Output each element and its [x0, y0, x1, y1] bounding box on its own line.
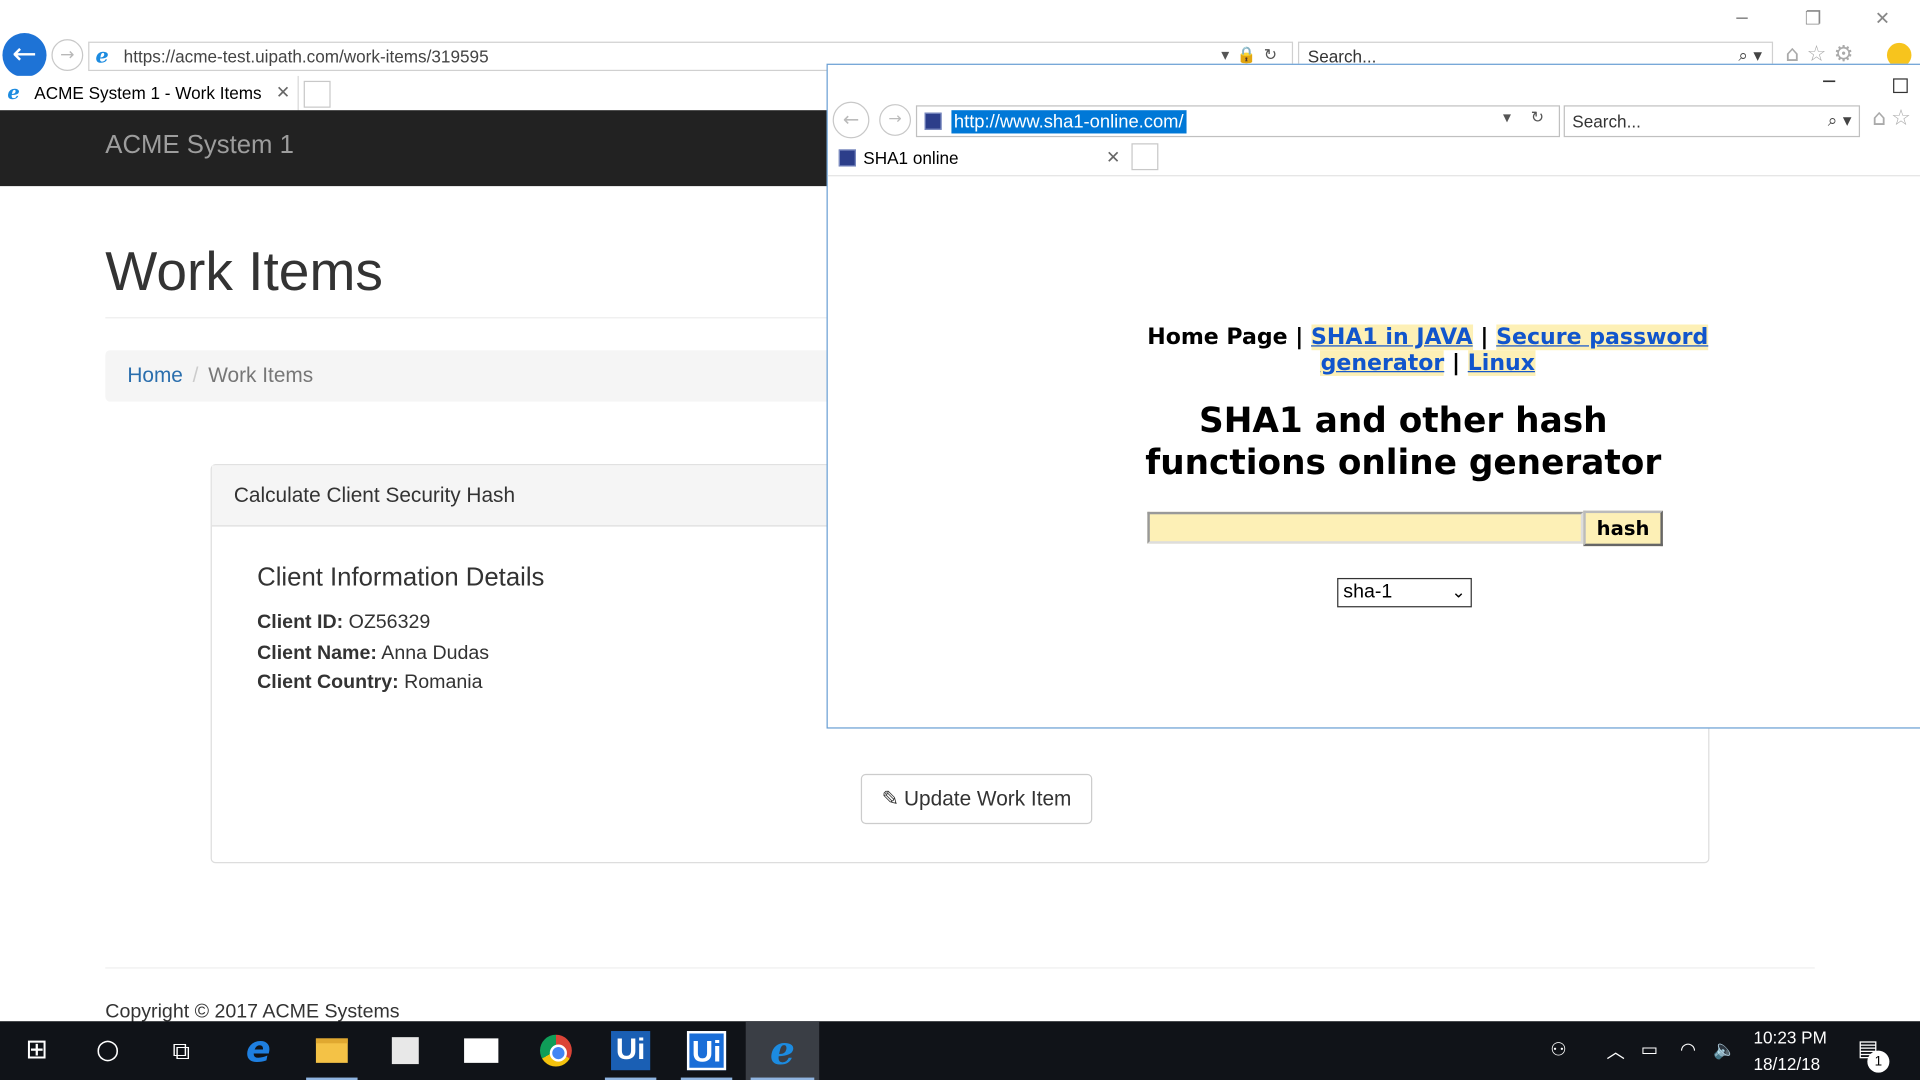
ie-logo-icon: e — [95, 44, 109, 69]
uipath-robot-icon[interactable]: Ui — [676, 1021, 737, 1080]
hash-button[interactable]: hash — [1583, 510, 1663, 547]
client-country-label: Client Country: — [257, 672, 399, 694]
client-country-row: Client Country: Romania — [257, 672, 482, 694]
nav-separator: | — [1451, 350, 1461, 376]
nav-sha1-java-link[interactable]: SHA1 in JAVA — [1311, 324, 1473, 351]
hash-input-field[interactable] — [1147, 511, 1584, 544]
popup-search-box[interactable]: Search... ⌕ ▾ — [1563, 105, 1861, 138]
uipath-studio-icon[interactable]: Ui — [600, 1021, 661, 1080]
breadcrumb-current: Work Items — [208, 363, 314, 387]
sha1-favicon-icon — [924, 112, 942, 130]
close-window-icon[interactable]: ✕ — [1875, 7, 1890, 29]
popup-search-icon[interactable]: ⌕ ▾ — [1828, 107, 1852, 136]
chrome-icon[interactable] — [527, 1021, 586, 1080]
algorithm-selected-value: sha-1 — [1343, 581, 1393, 603]
wifi-icon[interactable]: ◠ — [1680, 1038, 1696, 1060]
tray-expand-icon[interactable]: ︿ — [1607, 1038, 1625, 1064]
edge-icon[interactable]: e — [229, 1021, 288, 1080]
popup-tab-divider — [827, 175, 1920, 177]
client-id-label: Client ID: — [257, 612, 344, 634]
popup-new-tab-button[interactable] — [1131, 143, 1159, 171]
update-work-item-button[interactable]: ✎ Update Work Item — [860, 773, 1093, 825]
forward-arrow-icon[interactable]: → — [51, 39, 84, 72]
popup-search-placeholder: Search... — [1572, 111, 1641, 132]
nav-separator: | — [1480, 324, 1489, 351]
client-name-label: Client Name: — [257, 642, 377, 664]
nav-separator: | — [1295, 324, 1304, 351]
hash-algorithm-select[interactable]: sha-1 ⌄ — [1337, 577, 1472, 608]
popup-minimize-icon[interactable]: ─ — [1823, 70, 1835, 93]
page-title: Work Items — [105, 240, 383, 303]
sha1-title-line1: SHA1 and other hash — [1198, 400, 1608, 441]
client-id-value: OZ56329 — [348, 612, 431, 634]
task-view-icon[interactable]: ⧉ — [154, 1021, 208, 1080]
mail-icon[interactable] — [452, 1021, 511, 1080]
popup-tab-favicon-icon — [838, 149, 856, 167]
popup-tab-close-icon[interactable]: ✕ — [1106, 142, 1120, 174]
people-icon[interactable]: ⚇ — [1550, 1038, 1566, 1060]
sha1-title-line2: functions online generator — [1145, 442, 1662, 483]
notification-badge: 1 — [1867, 1050, 1890, 1073]
clock-time[interactable]: 10:23 PM — [1753, 1027, 1826, 1047]
ie-tab-icon: e — [7, 80, 20, 105]
nav-linux-link[interactable]: Linux — [1468, 350, 1535, 376]
popup-address-tools-icon[interactable]: ▾ ↻ — [1503, 109, 1551, 127]
client-name-value: Anna Dudas — [381, 642, 490, 664]
windows-start-icon[interactable]: ⊞ — [10, 1021, 64, 1080]
update-button-label: Update Work Item — [904, 787, 1072, 811]
popup-back-icon[interactable]: ← — [832, 101, 870, 139]
restore-icon[interactable]: ❐ — [1805, 7, 1821, 29]
sha1-navigation: Home Page | SHA1 in JAVA | Secure passwo… — [828, 324, 1920, 376]
popup-forward-icon[interactable]: → — [879, 104, 912, 136]
popup-maximize-icon[interactable] — [1893, 78, 1908, 94]
back-arrow-icon[interactable]: ← — [2, 33, 47, 78]
client-country-value: Romania — [404, 672, 483, 694]
windows-taskbar: ⊞ ○ ⧉ e Ui Ui e ⚇ ︿ ▭ ◠ 🔈 10:23 PM 18/12… — [0, 1021, 1920, 1080]
battery-icon[interactable]: ▭ — [1641, 1038, 1658, 1060]
browser-toolbar: ← → e https://acme-test.uipath.com/work-… — [0, 0, 1920, 78]
nav-home-page: Home Page — [1147, 324, 1288, 351]
pencil-icon: ✎ — [881, 787, 900, 812]
sha1-popup-window: ─ ← → http://www.sha1-online.com/ ▾ ↻ Se… — [826, 63, 1920, 729]
chevron-down-icon: ⌄ — [1451, 582, 1466, 603]
new-tab-button[interactable] — [303, 80, 331, 108]
sha1-title: SHA1 and other hash functions online gen… — [828, 400, 1920, 483]
popup-tab[interactable]: SHA1 online ✕ — [831, 142, 1125, 174]
popup-tab-title: SHA1 online — [863, 148, 959, 168]
popup-address-bar[interactable]: http://www.sha1-online.com/ ▾ ↻ — [915, 105, 1561, 138]
cortana-icon[interactable]: ○ — [81, 1021, 135, 1080]
tab-acme[interactable]: e ACME System 1 - Work Items ✕ — [0, 75, 299, 111]
tab-close-icon[interactable]: ✕ — [276, 76, 290, 110]
acme-brand[interactable]: ACME System 1 — [105, 131, 294, 160]
volume-icon[interactable]: 🔈 — [1713, 1038, 1736, 1060]
client-heading: Client Information Details — [257, 563, 545, 592]
popup-url[interactable]: http://www.sha1-online.com/ — [951, 110, 1187, 134]
footer-divider — [105, 967, 1815, 969]
popup-home-favorites-icons[interactable]: ⌂☆ — [1872, 105, 1916, 131]
breadcrumb-home[interactable]: Home — [127, 364, 183, 387]
client-id-row: Client ID: OZ56329 — [257, 612, 430, 634]
breadcrumb-separator: / — [192, 363, 199, 387]
address-url[interactable]: https://acme-test.uipath.com/work-items/… — [124, 47, 489, 67]
tab-title: ACME System 1 - Work Items — [34, 83, 262, 103]
file-explorer-icon[interactable] — [301, 1021, 362, 1080]
client-name-row: Client Name: Anna Dudas — [257, 643, 489, 665]
minimize-icon[interactable]: ─ — [1736, 7, 1747, 29]
internet-explorer-icon[interactable]: e — [745, 1021, 820, 1080]
store-icon[interactable] — [376, 1021, 435, 1080]
clock-date[interactable]: 18/12/18 — [1753, 1054, 1820, 1074]
